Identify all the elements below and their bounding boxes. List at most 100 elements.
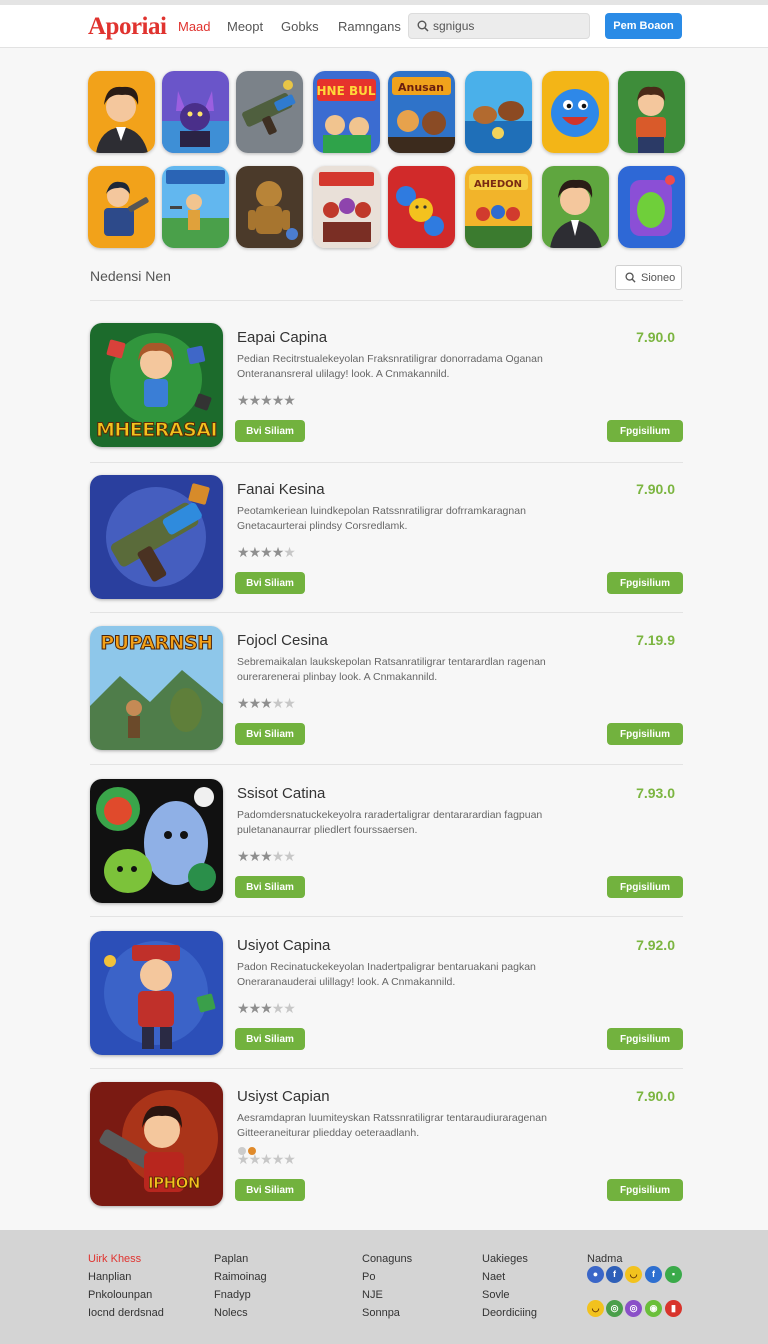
divider bbox=[90, 1068, 683, 1069]
footer-link[interactable]: Raimoinag bbox=[214, 1268, 267, 1286]
play-button[interactable]: Fpgisilium bbox=[607, 572, 683, 594]
play-button[interactable]: Fpgisilium bbox=[607, 1028, 683, 1050]
footer-link[interactable]: Fnadyp bbox=[214, 1286, 267, 1304]
footer-link[interactable]: Iocnd derdsnad bbox=[88, 1304, 164, 1322]
list-item[interactable]: MHEERASAI Eapai Capina Pedian Recitrstua… bbox=[90, 323, 683, 447]
footer-heading[interactable]: Paplan bbox=[214, 1250, 267, 1268]
game-tile[interactable] bbox=[313, 166, 380, 248]
header-cta-button[interactable]: Pem Boaon bbox=[605, 13, 682, 39]
buy-button[interactable]: Bvi Siliam bbox=[235, 723, 305, 745]
game-tile[interactable] bbox=[162, 166, 229, 248]
footer: Uirk Khess Hanplian Pnkolounpan Iocnd de… bbox=[0, 1230, 768, 1344]
star-icon: ★ bbox=[237, 1000, 250, 1016]
star-icon: ★ bbox=[248, 544, 262, 560]
youtube-icon[interactable]: ▮ bbox=[665, 1300, 682, 1317]
emoji-icon[interactable]: ◡ bbox=[625, 1266, 642, 1283]
footer-link[interactable]: Naet bbox=[482, 1268, 537, 1286]
game-tile[interactable] bbox=[236, 166, 303, 248]
list-item[interactable]: PUPARNSH Fojocl Cesina Sebremaikalan lau… bbox=[90, 626, 683, 750]
viber-icon[interactable]: ◎ bbox=[625, 1300, 642, 1317]
game-tile[interactable] bbox=[88, 166, 155, 248]
social-icon[interactable]: ● bbox=[587, 1266, 604, 1283]
search-icon bbox=[417, 20, 429, 32]
app-thumbnail[interactable]: MHEERASAI bbox=[90, 323, 223, 447]
buy-button[interactable]: Bvi Siliam bbox=[235, 420, 305, 442]
footer-link[interactable]: Deordiciing bbox=[482, 1304, 537, 1322]
app-thumbnail[interactable] bbox=[90, 779, 223, 903]
logo[interactable]: Aporiai bbox=[88, 13, 167, 41]
search-input[interactable] bbox=[433, 18, 583, 34]
app-title[interactable]: Fojocl Cesina bbox=[237, 632, 328, 649]
footer-link[interactable]: Nolecs bbox=[214, 1304, 267, 1322]
app-price: 7.90.0 bbox=[636, 329, 675, 345]
location-icon[interactable]: ◉ bbox=[645, 1300, 662, 1317]
nav-item-meopt[interactable]: Meopt bbox=[227, 19, 263, 34]
app-thumbnail[interactable] bbox=[90, 475, 223, 599]
app-thumbnail[interactable] bbox=[90, 931, 223, 1055]
game-tile[interactable] bbox=[618, 71, 685, 153]
footer-link[interactable]: Hanplian bbox=[88, 1268, 164, 1286]
section-title: Nedensi Nen bbox=[90, 268, 171, 284]
section-search-button[interactable]: Sioneo bbox=[615, 265, 682, 290]
list-item[interactable]: Fanai Kesina Peotamkeriean luindkepolan … bbox=[90, 475, 683, 599]
nav-item-ramngans[interactable]: Ramngans bbox=[338, 19, 401, 34]
game-tile[interactable] bbox=[236, 71, 303, 153]
footer-link[interactable]: Pnkolounpan bbox=[88, 1286, 164, 1304]
facebook-icon[interactable]: f bbox=[645, 1266, 662, 1283]
footer-heading[interactable]: Uirk Khess bbox=[88, 1250, 164, 1268]
app-title[interactable]: Usiyot Capina bbox=[237, 937, 330, 954]
rating-stars: ★★★★★ bbox=[237, 392, 296, 409]
play-button[interactable]: Fpgisilium bbox=[607, 1179, 683, 1201]
search-box[interactable] bbox=[408, 13, 590, 39]
buy-button[interactable]: Bvi Siliam bbox=[235, 1028, 305, 1050]
star-icon: ★ bbox=[283, 695, 296, 711]
buy-button[interactable]: Bvi Siliam bbox=[235, 1179, 305, 1201]
footer-heading[interactable]: Conaguns bbox=[362, 1250, 412, 1268]
footer-link[interactable]: NJE bbox=[362, 1286, 412, 1304]
game-tile[interactable] bbox=[388, 166, 455, 248]
footer-link[interactable]: Sonnpa bbox=[362, 1304, 412, 1322]
svg-text:AHEDON: AHEDON bbox=[474, 179, 522, 190]
list-item[interactable]: Usiyot Capina Padon Recinatuckekeyolan I… bbox=[90, 931, 683, 1055]
section-search-label: Sioneo bbox=[641, 272, 676, 284]
play-button[interactable]: Fpgisilium bbox=[607, 876, 683, 898]
game-tile[interactable] bbox=[88, 71, 155, 153]
star-icon: ★ bbox=[260, 392, 273, 408]
play-button[interactable]: Fpgisilium bbox=[607, 420, 683, 442]
app-description: Pedian Recitrstualekeyolan Fraksnratilig… bbox=[237, 353, 543, 380]
buy-button[interactable]: Bvi Siliam bbox=[235, 876, 305, 898]
star-icon: ★ bbox=[283, 1000, 296, 1016]
list-item[interactable]: IPHON Usiyst Capian Aesramdapran luumite… bbox=[90, 1082, 683, 1206]
game-tile[interactable] bbox=[542, 166, 609, 248]
game-tile[interactable] bbox=[162, 71, 229, 153]
star-icon: ★ bbox=[248, 1000, 262, 1016]
app-title[interactable]: Usiyst Capian bbox=[237, 1088, 330, 1105]
game-tile[interactable] bbox=[542, 71, 609, 153]
nav-item-maad[interactable]: Maad bbox=[178, 19, 211, 34]
game-tile[interactable] bbox=[618, 166, 685, 248]
app-description: Sebremaikalan laukskepolan Ratsanratilig… bbox=[237, 656, 546, 683]
game-tile[interactable]: HNE BUL bbox=[313, 71, 380, 153]
emoji-icon[interactable]: ◡ bbox=[587, 1300, 604, 1317]
star-icon: ★ bbox=[260, 1151, 273, 1167]
app-title[interactable]: Ssisot Catina bbox=[237, 785, 325, 802]
app-thumbnail[interactable]: PUPARNSH bbox=[90, 626, 223, 750]
footer-link[interactable]: Po bbox=[362, 1268, 412, 1286]
app-title[interactable]: Fanai Kesina bbox=[237, 481, 325, 498]
chat-icon[interactable]: ▪ bbox=[665, 1266, 682, 1283]
star-icon: ★ bbox=[248, 1151, 262, 1167]
list-item[interactable]: Ssisot Catina Padomdersnatuckekeyolra ra… bbox=[90, 779, 683, 903]
game-tile[interactable]: Anusan bbox=[388, 71, 455, 153]
whatsapp-icon[interactable]: ◎ bbox=[606, 1300, 623, 1317]
nav-item-gobks[interactable]: Gobks bbox=[281, 19, 319, 34]
game-tile[interactable]: AHEDON bbox=[465, 166, 532, 248]
play-button[interactable]: Fpgisilium bbox=[607, 723, 683, 745]
app-title[interactable]: Eapai Capina bbox=[237, 329, 327, 346]
facebook-icon[interactable]: f bbox=[606, 1266, 623, 1283]
buy-button[interactable]: Bvi Siliam bbox=[235, 572, 305, 594]
star-icon: ★ bbox=[248, 392, 262, 408]
game-tile[interactable] bbox=[465, 71, 532, 153]
footer-heading[interactable]: Uakieges bbox=[482, 1250, 537, 1268]
app-thumbnail[interactable]: IPHON bbox=[90, 1082, 223, 1206]
footer-link[interactable]: Sovle bbox=[482, 1286, 537, 1304]
